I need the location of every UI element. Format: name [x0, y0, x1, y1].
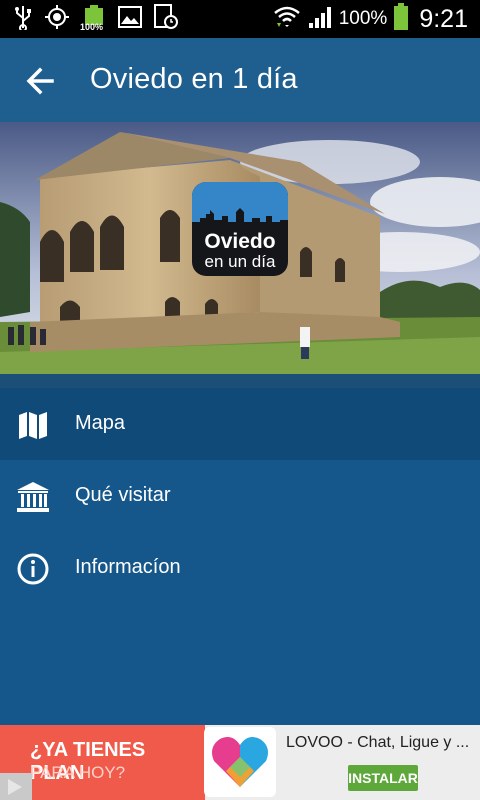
gps-icon	[44, 4, 70, 35]
ad-play-icon[interactable]	[0, 773, 32, 800]
battery-small-icon: 100%	[80, 5, 106, 33]
menu-item-informacion[interactable]: Informacíon	[0, 532, 480, 604]
logo-line-2: en un día	[204, 252, 276, 271]
museum-icon	[16, 480, 50, 514]
battery-icon	[393, 2, 409, 36]
battery-percent: 100%	[338, 8, 388, 29]
menu-item-label: Qué visitar	[75, 484, 171, 506]
ad-app-name: LOVOO - Chat, Ligue y ...	[286, 734, 470, 751]
install-button[interactable]: INSTALAR	[348, 765, 418, 791]
logo-line-1: Oviedo	[204, 230, 276, 253]
nav-menu: Mapa Qué visitar Informacíon	[0, 388, 480, 604]
arrow-back-icon	[22, 67, 60, 104]
image-icon	[118, 5, 142, 33]
battery-small-label: 100%	[80, 22, 104, 32]
clock-time: 9:21	[419, 4, 468, 33]
ad-banner[interactable]: ¿YA TIENES PLAN PARA HOY? LOVOO - Chat, …	[0, 725, 480, 800]
page-title: Oviedo en 1 día	[90, 63, 298, 95]
back-button[interactable]	[22, 62, 60, 100]
info-icon	[16, 552, 50, 586]
usb-icon	[14, 4, 32, 35]
menu-item-label: Informacíon	[75, 556, 181, 578]
clock-app-icon	[154, 3, 178, 35]
menu-item-mapa[interactable]: Mapa	[0, 388, 480, 460]
map-icon	[16, 408, 50, 442]
app-bar: Oviedo en 1 día	[0, 38, 480, 122]
hero-divider	[0, 374, 480, 388]
status-bar: 100% 100% 9:21	[0, 0, 480, 38]
menu-item-label: Mapa	[75, 412, 126, 434]
hero-image: Oviedo en un día	[0, 122, 480, 374]
wifi-icon	[273, 5, 301, 34]
city-skyline-icon	[192, 208, 288, 230]
app-logo: Oviedo en un día	[192, 182, 288, 276]
menu-item-que-visitar[interactable]: Qué visitar	[0, 460, 480, 532]
signal-icon	[307, 5, 333, 34]
lovoo-logo-icon	[204, 727, 276, 797]
ad-subline: PARA HOY?	[30, 763, 126, 782]
